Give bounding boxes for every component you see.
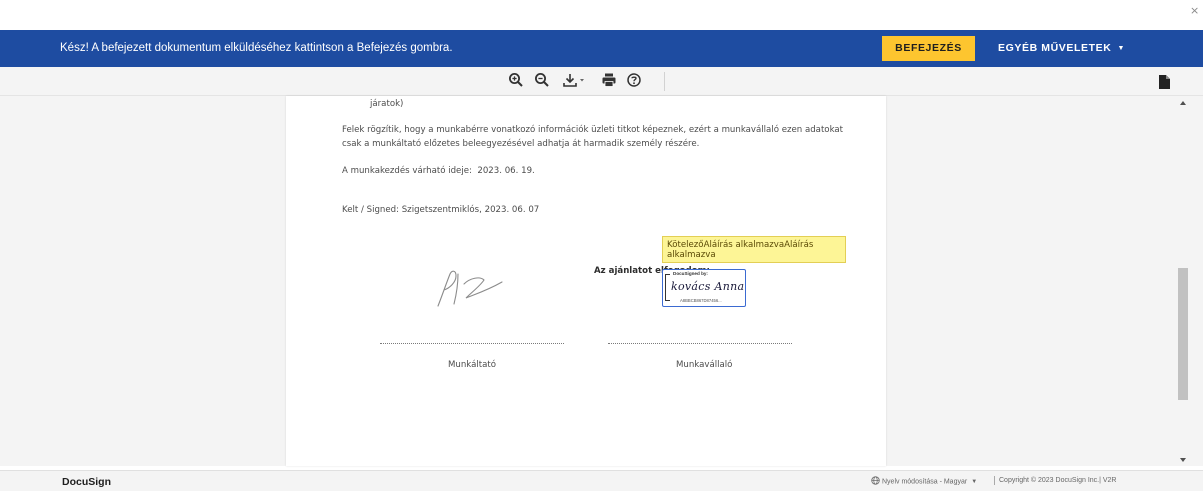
chevron-down-icon: ▼ — [1117, 45, 1125, 52]
finish-button[interactable]: BEFEJEZÉS — [882, 36, 975, 61]
confidentiality-paragraph-line-2: csak a munkáltató előzetes beleegyezésév… — [342, 139, 700, 149]
more-actions-button[interactable]: EGYÉB MŰVELETEK ▼ — [998, 30, 1125, 67]
signed-place-date: Kelt / Signed: Szigetszentmiklós, 2023. … — [342, 205, 540, 215]
close-icon[interactable]: × — [1190, 5, 1200, 16]
start-date-value: 2023. 06. 19. — [477, 166, 535, 176]
language-label: Nyelv módosítása - Magyar — [882, 478, 968, 486]
employer-signature-scribble — [437, 270, 503, 307]
scroll-down-icon[interactable] — [1180, 458, 1186, 462]
vertical-scrollbar[interactable] — [1177, 96, 1189, 466]
print-icon[interactable] — [601, 72, 617, 90]
text-jaratok: járatok) — [370, 99, 404, 109]
scroll-up-icon[interactable] — [1180, 101, 1186, 105]
copyright-text: Copyright © 2023 DocuSign Inc.| V2R — [999, 477, 1117, 484]
zoom-out-icon[interactable] — [534, 72, 550, 90]
footer: DocuSign Nyelv módosítása - Magyar ▼ Copy… — [0, 470, 1203, 491]
docusign-signature-box[interactable]: DocuSigned by: kovács Anna A8BBCB867D874… — [662, 269, 746, 307]
chevron-down-icon: ▼ — [971, 479, 978, 486]
docusign-logo: DocuSign — [62, 476, 111, 488]
employer-label: Munkáltató — [448, 360, 497, 370]
employer-signature-line — [380, 343, 564, 344]
document-icon[interactable] — [1158, 75, 1170, 93]
globe-icon — [871, 476, 880, 487]
zoom-in-icon[interactable] — [508, 72, 524, 90]
more-actions-label: EGYÉB MŰVELETEK — [998, 42, 1112, 54]
download-icon[interactable] — [562, 72, 586, 90]
document-page: járatok) Felek rögzítik, hogy a munkabér… — [286, 96, 886, 466]
signed-by-label: DocuSigned by: — [673, 271, 708, 276]
signature-hash: A8BBCB867D87456... — [680, 298, 722, 303]
employee-label: Munkavállaló — [676, 360, 733, 370]
document-viewer: járatok) Felek rögzítik, hogy a munkabér… — [0, 96, 1203, 466]
signature-bracket — [665, 274, 670, 301]
document-toolbar — [0, 67, 1203, 96]
signature-name: kovács Anna — [671, 280, 745, 293]
footer-divider — [994, 476, 995, 485]
signature-required-tag: KötelezőAláírás alkalmazvaAláírás alkalm… — [662, 236, 846, 263]
employee-signature-line — [608, 343, 792, 344]
toolbar-divider — [664, 72, 665, 91]
start-date-line: A munkakezdés várható ideje: 2023. 06. 1… — [342, 166, 535, 176]
scroll-thumb[interactable] — [1178, 268, 1188, 400]
completion-message: Kész! A befejezett dokumentum elküldéséh… — [60, 42, 453, 54]
help-icon[interactable] — [626, 72, 642, 90]
language-selector[interactable]: Nyelv módosítása - Magyar ▼ — [871, 476, 977, 487]
top-action-bar: Kész! A befejezett dokumentum elküldéséh… — [0, 30, 1203, 67]
start-date-label: A munkakezdés várható ideje: — [342, 166, 472, 176]
confidentiality-paragraph-line-1: Felek rögzítik, hogy a munkabérre vonatk… — [342, 125, 844, 135]
